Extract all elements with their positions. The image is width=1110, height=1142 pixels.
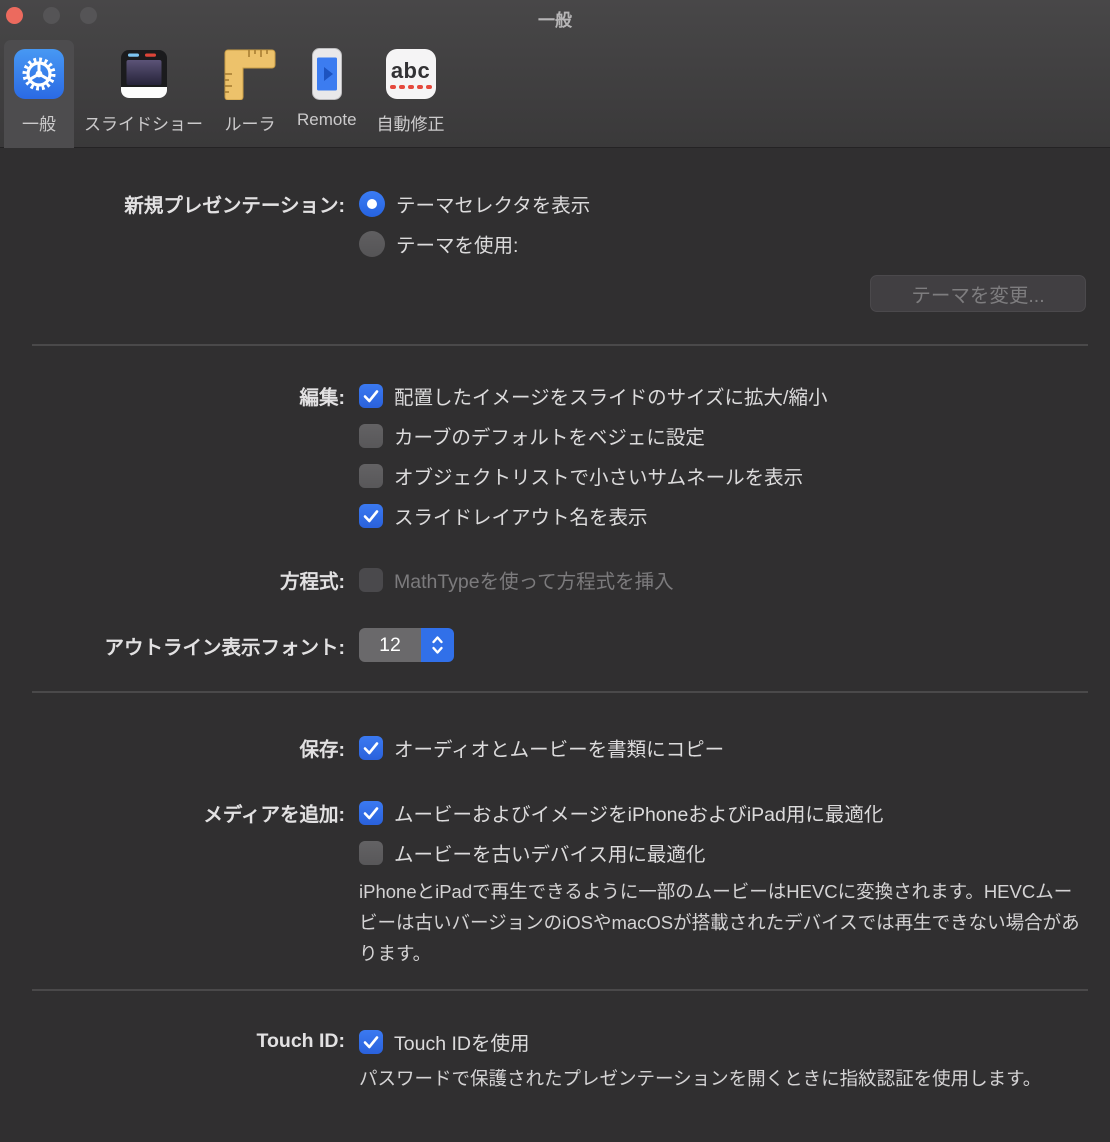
editing-label: 編集: [299, 387, 346, 409]
checkbox-small-thumbnails[interactable] [359, 463, 383, 488]
equation-row: 方程式: MathTypeを使って方程式を挿入 [0, 565, 674, 594]
checkbox-scale-placed-images[interactable] [359, 383, 383, 408]
editing-row-4: スライドレイアウト名を表示 [0, 501, 648, 530]
autocorrect-icon-dashes [389, 84, 432, 89]
checkbox-mathtype [359, 567, 383, 592]
checkbox-curves-bezier[interactable] [359, 423, 383, 448]
checkbox-use-touch-id[interactable] [359, 1029, 383, 1054]
checkbox-show-layout-names-label[interactable]: スライドレイアウト名を表示 [394, 501, 648, 530]
touch-id-row: Touch ID: Touch IDを使用 [0, 1027, 529, 1056]
new-presentation-row-1: 新規プレゼンテーション: テーマセレクタを表示 [0, 189, 590, 218]
touch-id-note: パスワードで保護されたプレゼンテーションを開くときに指紋認証を使用します。 [359, 1068, 1042, 1089]
editing-row-3: オブジェクトリストで小さいサムネールを表示 [0, 461, 803, 490]
divider-1 [32, 344, 1088, 346]
toolbar-label-autocorrect: 自動修正 [376, 115, 445, 134]
radio-show-theme-selector[interactable] [359, 190, 385, 217]
outline-font-label: アウトライン表示フォント: [104, 636, 346, 659]
change-theme-button[interactable]: テーマを変更... [870, 275, 1086, 312]
slideshow-icon [118, 47, 170, 101]
divider-2 [32, 691, 1088, 693]
save-label: 保存: [299, 739, 346, 761]
touch-id-label: Touch ID: [256, 1030, 345, 1052]
outline-font-stepper: 12 [359, 628, 454, 662]
editing-row-1: 編集: 配置したイメージをスライドのサイズに拡大/縮小 [0, 381, 827, 410]
ruler-icon [223, 47, 277, 101]
save-row: 保存: オーディオとムービーを書類にコピー [0, 733, 724, 762]
toolbar-item-ruler[interactable]: ルーラ [213, 40, 287, 148]
toolbar: 一般 スライドショー ルーラ Remote abc 自動修正 [4, 40, 455, 148]
editing-row-2: カーブのデフォルトをベジェに設定 [0, 421, 705, 450]
equation-label: 方程式: [280, 571, 345, 593]
toolbar-item-slideshow[interactable]: スライドショー [74, 40, 213, 148]
checkbox-copy-audio-movies-label[interactable]: オーディオとムービーを書類にコピー [394, 733, 724, 762]
outline-font-row: アウトライン表示フォント: 12 [0, 628, 454, 662]
preferences-content: 新規プレゼンテーション: テーマセレクタを表示 テーマを使用: テーマを変更..… [0, 149, 1110, 1142]
divider-3 [32, 989, 1088, 991]
toolbar-label-slideshow: スライドショー [84, 115, 203, 134]
add-media-label: メディアを追加: [203, 804, 345, 826]
toolbar-label-ruler: ルーラ [224, 115, 276, 134]
radio-use-theme-label[interactable]: テーマを使用: [396, 229, 518, 258]
radio-show-theme-selector-label[interactable]: テーマセレクタを表示 [396, 189, 590, 218]
new-presentation-label: 新規プレゼンテーション: [124, 195, 345, 217]
toolbar-item-remote[interactable]: Remote [287, 40, 367, 148]
toolbar-label-remote: Remote [297, 110, 357, 129]
checkbox-small-thumbnails-label[interactable]: オブジェクトリストで小さいサムネールを表示 [394, 461, 803, 490]
autocorrect-icon-text: abc [390, 57, 431, 83]
radio-use-theme[interactable] [359, 230, 385, 257]
checkbox-optimize-older-devices[interactable] [359, 840, 383, 865]
autocorrect-icon: abc [385, 47, 436, 101]
window-title: 一般 [538, 11, 572, 30]
toolbar-item-autocorrect[interactable]: abc 自動修正 [367, 40, 455, 148]
gear-icon [14, 47, 64, 101]
preferences-window: 一般 一般 スライドショー ルーラ Remote abc 自動修正 新規プレゼン… [0, 0, 1110, 1142]
add-media-note: iPhoneとiPadで再生できるように一部のムービーはHEVCに変換されます。… [359, 881, 1080, 964]
checkbox-optimize-iphone-ipad[interactable] [359, 800, 383, 825]
toolbar-label-general: 一般 [22, 115, 56, 134]
titlebar: 一般 [0, 0, 1110, 34]
checkbox-show-layout-names[interactable] [359, 503, 383, 528]
outline-font-stepper-buttons[interactable] [421, 628, 454, 662]
chevron-up-down-icon [432, 636, 443, 654]
checkbox-use-touch-id-label[interactable]: Touch IDを使用 [394, 1027, 529, 1056]
add-media-row-2: ムービーを古いデバイス用に最適化 [0, 838, 705, 867]
outline-font-value[interactable]: 12 [359, 628, 421, 662]
toolbar-item-general[interactable]: 一般 [4, 40, 74, 148]
checkbox-mathtype-label: MathTypeを使って方程式を挿入 [394, 571, 674, 593]
remote-icon [311, 47, 342, 101]
new-presentation-row-2: テーマを使用: [0, 229, 518, 258]
checkbox-scale-placed-images-label[interactable]: 配置したイメージをスライドのサイズに拡大/縮小 [394, 381, 827, 410]
checkbox-curves-bezier-label[interactable]: カーブのデフォルトをベジェに設定 [394, 421, 705, 450]
checkbox-copy-audio-movies[interactable] [359, 735, 383, 760]
window-header: 一般 一般 スライドショー ルーラ Remote abc 自動修正 [0, 0, 1110, 148]
checkbox-optimize-older-devices-label[interactable]: ムービーを古いデバイス用に最適化 [394, 838, 705, 867]
add-media-row-1: メディアを追加: ムービーおよびイメージをiPhoneおよびiPad用に最適化 [0, 798, 883, 827]
checkbox-optimize-iphone-ipad-label[interactable]: ムービーおよびイメージをiPhoneおよびiPad用に最適化 [394, 798, 883, 827]
